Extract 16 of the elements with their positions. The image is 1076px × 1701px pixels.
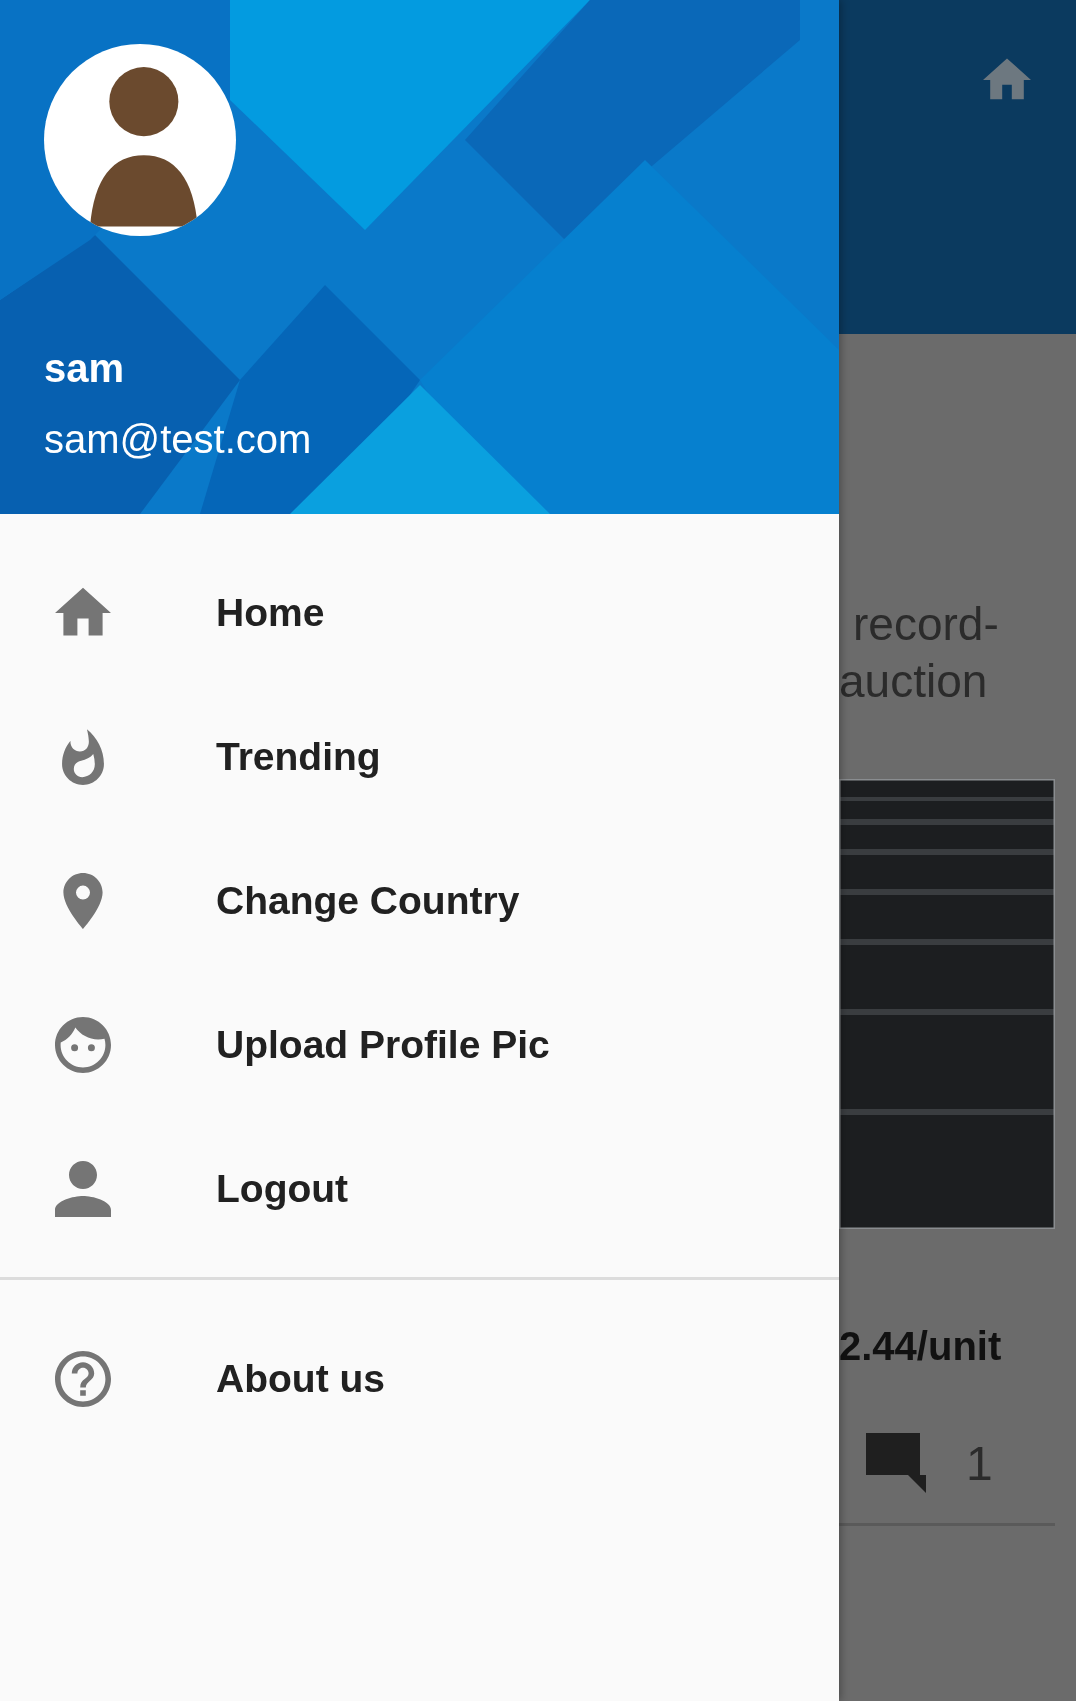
help-icon xyxy=(55,1351,111,1407)
user-name: sam xyxy=(44,346,125,391)
user-email: sam@test.com xyxy=(44,417,312,462)
post-title: record- xyxy=(853,597,999,652)
menu-item[interactable]: Trending xyxy=(0,685,839,829)
menu-item[interactable]: About us xyxy=(0,1307,839,1451)
menu-item[interactable]: Change Country xyxy=(0,829,839,973)
menu-item[interactable]: Upload Profile Pic xyxy=(0,973,839,1117)
menu-item[interactable]: Home xyxy=(0,541,839,685)
price: 2.44/unit xyxy=(839,1324,1002,1369)
comment-icon[interactable] xyxy=(866,1433,926,1493)
comment-count: 1 xyxy=(966,1435,993,1491)
person-icon xyxy=(55,1161,111,1217)
face-icon xyxy=(55,1017,111,1073)
post-title: auction xyxy=(839,654,988,709)
menu-item[interactable]: Logout xyxy=(0,1117,839,1261)
